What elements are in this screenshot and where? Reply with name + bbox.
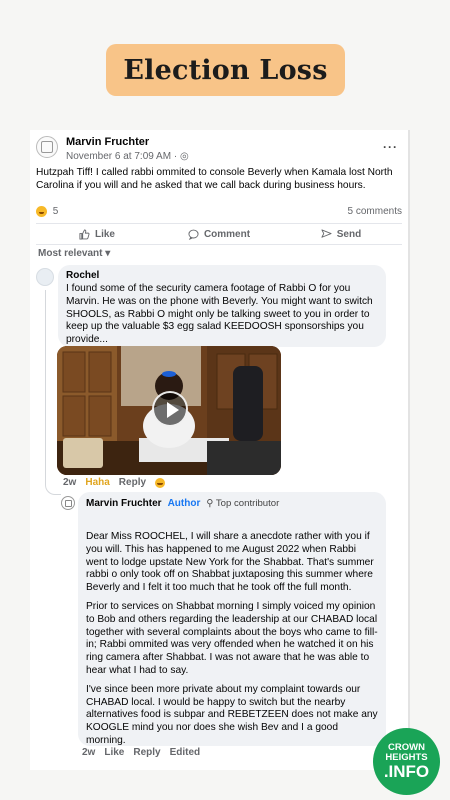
post-timestamp[interactable]: November 6 at 7:09 AM · ◎ — [66, 151, 189, 162]
reply-time[interactable]: 2w — [82, 747, 95, 758]
reply-paragraph: Dear Miss ROOCHEL, I will share a anecdo… — [86, 531, 374, 594]
avatar[interactable] — [61, 496, 75, 510]
haha-emoji-icon — [155, 477, 166, 488]
reply-bubble: Marvin Fruchter Author ⚲ Top contributor… — [78, 492, 386, 746]
sort-dropdown[interactable]: Most relevant ▾ — [38, 248, 110, 259]
like-label: Like — [94, 228, 115, 240]
play-icon[interactable] — [152, 391, 188, 427]
reply-button[interactable]: Reply — [133, 747, 160, 758]
reply-author[interactable]: Marvin Fruchter — [86, 498, 162, 509]
reply-header: Marvin Fruchter Author ⚲ Top contributor — [86, 498, 378, 509]
reactions-row: 5 5 comments — [36, 206, 402, 220]
like-button[interactable]: Like — [36, 224, 158, 244]
crownheights-logo: CROWN HEIGHTS .INFO — [373, 728, 440, 795]
avatar[interactable] — [36, 268, 54, 286]
reply-paragraph: I've since been more private about my co… — [86, 683, 378, 746]
logo-line-3: .INFO — [383, 761, 430, 781]
more-options-icon[interactable]: ··· — [383, 140, 398, 154]
title-badge-text: Election Loss — [123, 54, 328, 86]
post-header: Marvin Fruchter November 6 at 7:09 AM · … — [36, 136, 404, 168]
post-body: Hutzpah Tiff! I called rabbi ommited to … — [36, 167, 393, 191]
like-button[interactable]: Like — [104, 747, 124, 758]
reply-button[interactable]: Reply — [119, 477, 146, 488]
reply-paragraph: Prior to services on Shabbat morning I s… — [86, 600, 378, 676]
send-label: Send — [336, 228, 362, 240]
facebook-post-card: Marvin Fruchter November 6 at 7:09 AM · … — [30, 130, 410, 770]
haha-reaction-button[interactable]: Haha — [85, 477, 109, 488]
comment-meta-row: 2w Haha Reply — [63, 477, 166, 488]
comment-author[interactable]: Rochel — [66, 270, 378, 281]
reply-meta-row: 2w Like Reply Edited — [82, 747, 200, 758]
send-button[interactable]: Send — [280, 224, 402, 244]
reaction-count[interactable]: 5 — [53, 206, 59, 217]
post-author[interactable]: Marvin Fruchter — [66, 136, 149, 148]
comment-bubble: Rochel I found some of the security came… — [58, 265, 386, 347]
logo-line-1: CROWN — [388, 741, 425, 753]
comment-count[interactable]: 5 comments — [348, 206, 402, 217]
logo-line-2: HEIGHTS — [385, 751, 428, 763]
title-badge: Election Loss — [106, 44, 345, 96]
comment-icon — [188, 229, 199, 240]
comment-button[interactable]: Comment — [158, 224, 280, 244]
comment-text: I found some of the security camera foot… — [66, 283, 373, 346]
video-thumbnail[interactable] — [57, 346, 281, 475]
avatar[interactable] — [36, 136, 58, 158]
top-contributor-badge: ⚲ Top contributor — [206, 498, 280, 509]
author-badge: Author — [167, 498, 201, 509]
thumbs-up-icon — [79, 228, 90, 240]
comment-time[interactable]: 2w — [63, 477, 76, 488]
comment-label: Comment — [203, 228, 251, 240]
edited-label: Edited — [169, 747, 201, 758]
send-icon — [321, 228, 332, 238]
haha-emoji-icon[interactable] — [36, 206, 47, 217]
post-actions-bar: Like Comment Send — [36, 223, 402, 245]
card-edge — [408, 130, 410, 770]
reply-text: Dear Miss ROOCHEL, I will share a anecdo… — [86, 531, 378, 748]
